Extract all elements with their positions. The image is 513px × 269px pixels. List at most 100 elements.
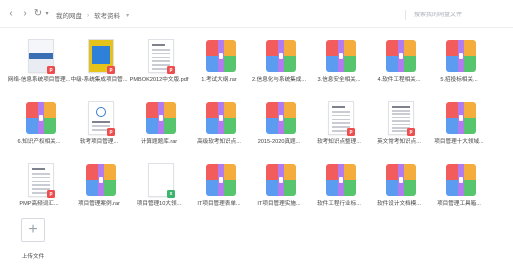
- file-thumbnail: [142, 99, 180, 137]
- file-item[interactable]: 1.考试大纲.rar: [186, 31, 252, 91]
- file-name: 4.软件工程相关...: [377, 77, 421, 83]
- file-name: 软件工程行业标...: [317, 201, 361, 207]
- file-name: 5.招投标相关...: [440, 77, 478, 83]
- file-thumbnail: [322, 37, 360, 75]
- archive-icon: [446, 164, 476, 196]
- pdf-badge-icon: p: [347, 128, 355, 136]
- archive-icon: [446, 102, 476, 134]
- file-thumbnail: x: [142, 161, 180, 199]
- breadcrumb-root[interactable]: 我的网盘: [56, 10, 82, 20]
- archive-icon: [206, 102, 236, 134]
- file-thumbnail: [382, 161, 420, 199]
- archive-icon: [206, 40, 236, 72]
- file-name: PMBOK2012中文版.pdf: [129, 77, 189, 83]
- file-name: 项目管理工具箱...: [437, 201, 481, 207]
- file-thumbnail: [262, 161, 300, 199]
- breadcrumb: 我的网盘 › 软考资料 ▾: [56, 9, 129, 21]
- file-thumbnail: [262, 99, 300, 137]
- search-box: [405, 8, 505, 21]
- pdf-badge-icon: p: [47, 66, 55, 74]
- archive-icon: [446, 40, 476, 72]
- file-thumbnail: [322, 161, 360, 199]
- archive-icon: [266, 40, 296, 72]
- archive-icon: [206, 164, 236, 196]
- file-name: 英文常考知识点...: [377, 139, 421, 145]
- pdf-badge-icon: p: [167, 66, 175, 74]
- archive-icon: [146, 102, 176, 134]
- file-name: 项目管理十大领域...: [434, 139, 484, 145]
- file-name: IT项目管理实施...: [257, 201, 301, 207]
- file-item[interactable]: 高级软考知识点...: [186, 93, 252, 153]
- upload-button[interactable]: +: [21, 218, 45, 242]
- file-thumbnail: [202, 161, 240, 199]
- file-name: 2015-2020真题...: [257, 139, 301, 145]
- file-name: 高级软考知识点...: [197, 139, 241, 145]
- archive-icon: [386, 164, 416, 196]
- archive-icon: [86, 164, 116, 196]
- file-item[interactable]: 项目管理案例.rar: [66, 155, 132, 215]
- file-item[interactable]: p 英文常考知识点...: [366, 93, 432, 153]
- file-item[interactable]: p 网络-信息系统项目管理...: [6, 31, 72, 91]
- file-thumbnail: [22, 99, 60, 137]
- file-thumbnail: p: [22, 161, 60, 199]
- file-item[interactable]: p 中级-系统集成项目管...: [66, 31, 132, 91]
- file-item[interactable]: p 软考项目管理...: [66, 93, 132, 153]
- pdf-badge-icon: p: [407, 128, 415, 136]
- divider: [405, 9, 406, 20]
- file-item[interactable]: 2015-2020真题...: [246, 93, 312, 153]
- file-item[interactable]: 项目管理工具箱...: [426, 155, 492, 215]
- archive-icon: [326, 164, 356, 196]
- xls-badge-icon: x: [167, 190, 175, 198]
- file-item[interactable]: 3.信息安全相关...: [306, 31, 372, 91]
- file-name: 网络-信息系统项目管理...: [7, 77, 71, 83]
- file-name: 6.知识产权相关...: [17, 139, 61, 145]
- file-name: 软件设计文档模...: [377, 201, 421, 207]
- upload-label: 上传文件: [21, 254, 45, 260]
- file-name: 项目管理案例.rar: [78, 201, 120, 207]
- file-thumbnail: p: [22, 37, 60, 75]
- file-name: 软考项目管理...: [79, 139, 119, 145]
- file-item[interactable]: 4.软件工程相关...: [366, 31, 432, 91]
- file-name: 3.信息安全相关...: [317, 77, 361, 83]
- file-thumbnail: p: [82, 37, 120, 75]
- archive-icon: [326, 40, 356, 72]
- file-item[interactable]: x 项目管理10大领...: [126, 155, 192, 215]
- file-grid: p 网络-信息系统项目管理... p 中级-系统集成项目管... p PMBOK2012中…: [0, 28, 513, 269]
- pdf-badge-icon: p: [107, 66, 115, 74]
- file-item[interactable]: 6.知识产权相关...: [6, 93, 72, 153]
- file-item[interactable]: 软件工程行业标...: [306, 155, 372, 215]
- file-item[interactable]: 2.信息化与系统集成...: [246, 31, 312, 91]
- file-thumbnail: [442, 37, 480, 75]
- back-icon[interactable]: ‹: [6, 8, 16, 20]
- file-item[interactable]: 软件设计文档模...: [366, 155, 432, 215]
- file-name: 软考知识点整理...: [317, 139, 361, 145]
- file-item[interactable]: p 软考知识点整理...: [306, 93, 372, 153]
- file-thumbnail: [202, 37, 240, 75]
- breadcrumb-current[interactable]: 软考资料: [94, 10, 120, 20]
- archive-icon: [386, 40, 416, 72]
- file-item[interactable]: 计算题题库.rar: [126, 93, 192, 153]
- file-thumbnail: [442, 161, 480, 199]
- file-item[interactable]: IT项目管理表单...: [186, 155, 252, 215]
- forward-icon[interactable]: ›: [20, 8, 30, 20]
- file-thumbnail: p: [142, 37, 180, 75]
- dropdown-icon[interactable]: ▾: [42, 8, 52, 20]
- file-name: 1.考试大纲.rar: [201, 77, 237, 83]
- file-item[interactable]: 项目管理十大领域...: [426, 93, 492, 153]
- file-item[interactable]: IT项目管理实施...: [246, 155, 312, 215]
- file-name: PMP高频词汇...: [19, 201, 59, 207]
- file-thumbnail: [202, 99, 240, 137]
- file-thumbnail: p: [82, 99, 120, 137]
- search-input[interactable]: [414, 11, 504, 18]
- file-item[interactable]: p PMP高频词汇...: [6, 155, 72, 215]
- file-thumbnail: [382, 37, 420, 75]
- archive-icon: [266, 164, 296, 196]
- file-name: 中级-系统集成项目管...: [70, 77, 128, 83]
- file-item[interactable]: 5.招投标相关...: [426, 31, 492, 91]
- file-thumbnail: [442, 99, 480, 137]
- chevron-down-icon[interactable]: ▾: [126, 12, 129, 19]
- file-item[interactable]: p PMBOK2012中文版.pdf: [126, 31, 192, 91]
- archive-icon: [266, 102, 296, 134]
- file-name: 计算题题库.rar: [140, 139, 178, 145]
- toolbar: ‹ › ↻ ▾ 我的网盘 › 软考资料 ▾: [0, 0, 513, 28]
